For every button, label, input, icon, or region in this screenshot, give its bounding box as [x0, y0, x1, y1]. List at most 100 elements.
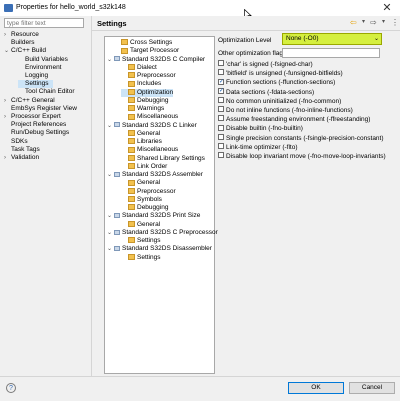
tree-item[interactable]: ⌄ Standard S32DS C Linker	[107, 122, 197, 130]
close-button[interactable]: ✕	[381, 2, 393, 14]
tree-item[interactable]: ⌄ Standard S32DS Assembler	[107, 171, 203, 179]
collapse-arrow-icon[interactable]: ⌄	[107, 229, 114, 237]
option-row: Disable builtin (-fno-builtin)	[218, 124, 303, 133]
nav-item[interactable]: Project References	[4, 121, 66, 129]
settings-page-icon	[128, 237, 135, 244]
expand-arrow-icon[interactable]: ›	[4, 154, 11, 162]
tree-item[interactable]: ⌄ Standard S32DS Print Size	[107, 212, 200, 220]
tree-item[interactable]: Symbols	[121, 196, 162, 204]
option-row: 'bitfield' is unsigned (-funsigned-bitfi…	[218, 69, 343, 78]
forward-dropdown-icon[interactable]: ▾	[382, 18, 385, 27]
collapse-arrow-icon[interactable]: ⌄	[107, 122, 114, 130]
collapse-arrow-icon[interactable]: ⌄	[107, 56, 114, 64]
expand-arrow-icon[interactable]: ›	[4, 113, 11, 121]
filter-input[interactable]	[4, 18, 84, 28]
ok-button[interactable]: OK	[288, 382, 344, 394]
settings-page-icon	[128, 179, 135, 186]
pane-divider[interactable]	[91, 16, 92, 376]
tree-item[interactable]: Cross Settings	[114, 39, 172, 47]
tree-item[interactable]: ⌄ Standard S32DS C Preprocessor	[107, 229, 218, 237]
view-menu-icon[interactable]: ⋮	[391, 18, 399, 27]
nav-item[interactable]: › Processor Expert	[4, 113, 61, 121]
nav-item[interactable]: › C/C++ General	[4, 97, 55, 105]
tree-item[interactable]: Settings	[121, 237, 161, 245]
tree-item[interactable]: Preprocessor	[121, 188, 176, 196]
tree-item[interactable]: Dialect	[121, 64, 157, 72]
nav-item[interactable]: Tool Chain Editor	[18, 88, 75, 96]
other-flags-input[interactable]	[282, 48, 380, 58]
tree-item[interactable]: General	[121, 130, 160, 138]
nav-item[interactable]: Environment	[18, 64, 62, 72]
back-dropdown-icon[interactable]: ▾	[362, 18, 365, 27]
nav-item[interactable]: Build Variables	[18, 56, 68, 64]
tree-item[interactable]: General	[121, 221, 160, 229]
option-label: 'bitfield' is unsigned (-funsigned-bitfi…	[226, 70, 343, 78]
option-checkbox[interactable]	[218, 133, 224, 140]
tree-item-label: Settings	[137, 237, 161, 244]
tree-item[interactable]: Warnings	[121, 105, 164, 113]
nav-item[interactable]: Task Tags	[4, 146, 40, 154]
tree-item[interactable]: Preprocessor	[121, 72, 176, 80]
option-checkbox[interactable]: ✓	[218, 87, 224, 94]
tree-item[interactable]: Shared Library Settings	[121, 155, 205, 163]
nav-item[interactable]: Settings	[18, 80, 53, 89]
nav-item-label: Builders	[11, 39, 35, 47]
option-checkbox[interactable]	[218, 60, 224, 67]
tree-item[interactable]: Includes	[121, 80, 161, 88]
tree-item[interactable]: Debugging	[121, 97, 168, 105]
tool-icon	[114, 246, 120, 252]
tree-item[interactable]: Libraries	[121, 138, 162, 146]
option-row: Assume freestanding environment (-ffrees…	[218, 115, 370, 124]
settings-page-icon	[128, 253, 135, 260]
option-checkbox[interactable]	[218, 106, 224, 113]
expand-arrow-icon[interactable]: ⌄	[4, 47, 11, 55]
nav-item[interactable]: Logging	[18, 72, 48, 80]
option-checkbox[interactable]	[218, 124, 224, 131]
tree-item-label: Shared Library Settings	[137, 154, 205, 162]
nav-item[interactable]: Run/Debug Settings	[4, 129, 69, 137]
option-checkbox[interactable]	[218, 97, 224, 104]
tree-item-label: Preprocessor	[137, 72, 176, 79]
tree-item[interactable]: Target Processor	[114, 47, 179, 55]
option-checkbox[interactable]	[218, 115, 224, 122]
nav-item-label: Run/Debug Settings	[11, 129, 70, 137]
option-checkbox[interactable]	[218, 143, 224, 150]
expand-arrow-icon[interactable]: ›	[4, 97, 11, 105]
nav-item[interactable]: › Resource	[4, 31, 39, 39]
tree-item[interactable]: Optimization	[121, 88, 174, 97]
tree-item[interactable]: Debugging	[121, 204, 168, 212]
tree-item[interactable]: Link Order	[121, 163, 167, 171]
nav-item[interactable]: EmbSys Register View	[4, 105, 77, 113]
nav-item-label: Settings	[25, 80, 49, 88]
settings-page-icon	[128, 113, 135, 120]
nav-item[interactable]: › Validation	[4, 154, 39, 162]
option-row: Link-time optimizer (-flto)	[218, 143, 298, 152]
collapse-arrow-icon[interactable]: ⌄	[107, 245, 114, 253]
option-checkbox[interactable]: ✓	[218, 78, 224, 85]
help-icon[interactable]: ?	[6, 383, 16, 393]
settings-page-icon	[128, 196, 135, 203]
nav-item[interactable]: Builders	[4, 39, 34, 47]
chevron-down-icon: ⌄	[373, 36, 379, 42]
collapse-arrow-icon[interactable]: ⌄	[107, 171, 114, 179]
back-arrow-icon[interactable]: ⇦	[350, 18, 357, 27]
collapse-arrow-icon[interactable]: ⌄	[107, 212, 114, 220]
cancel-button[interactable]: Cancel	[349, 382, 395, 394]
tree-item[interactable]: Miscellaneous	[121, 113, 178, 121]
forward-arrow-icon[interactable]: ⇨	[370, 18, 377, 27]
tree-item[interactable]: General	[121, 179, 160, 187]
option-checkbox[interactable]	[218, 69, 224, 76]
tree-item-label: General	[137, 129, 161, 137]
nav-item[interactable]: SDKs	[4, 138, 28, 146]
tree-item[interactable]: Miscellaneous	[121, 146, 178, 154]
optimization-level-select[interactable]: None (-O0) ⌄	[282, 33, 382, 45]
settings-header: Settings ⇦ ▾ ⇨ ▾ ⋮	[92, 16, 400, 31]
option-checkbox[interactable]	[218, 152, 224, 159]
settings-page-icon	[128, 105, 135, 112]
expand-arrow-icon[interactable]: ›	[4, 31, 11, 39]
nav-item[interactable]: ⌄ C/C++ Build	[4, 47, 46, 55]
tree-item[interactable]: ⌄ Standard S32DS Disassembler	[107, 245, 212, 253]
tree-item[interactable]: ⌄ Standard S32DS C Compiler	[107, 56, 205, 64]
tree-item[interactable]: Settings	[121, 254, 161, 262]
option-row: Do not inline functions (-fno-inline-fun…	[218, 106, 353, 115]
